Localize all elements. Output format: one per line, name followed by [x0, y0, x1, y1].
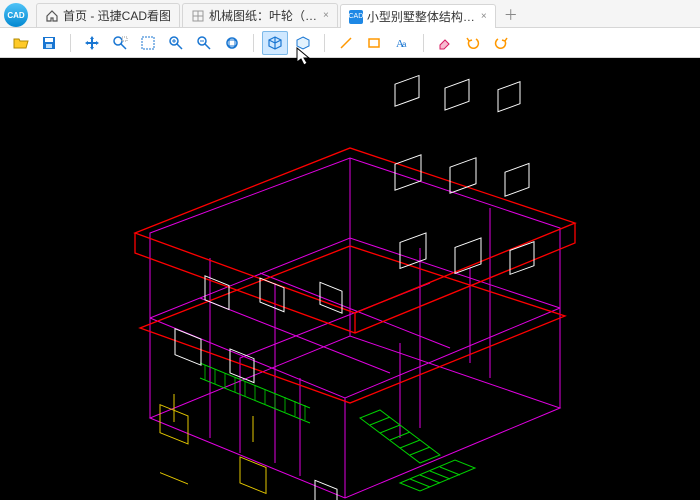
home-icon [45, 9, 59, 23]
close-icon[interactable]: × [323, 10, 329, 21]
tab-home[interactable]: 首页 - 迅捷CAD看图 [36, 3, 180, 27]
zoom-fit-button[interactable] [219, 31, 245, 55]
tab-file-1[interactable]: 机械图纸：叶轮（… × [182, 3, 338, 27]
cad-drawing [0, 58, 700, 500]
tab-file-2[interactable]: CAD 小型别墅整体结构… × [340, 4, 496, 28]
tab-bar: CAD 首页 - 迅捷CAD看图 机械图纸：叶轮（… × CAD 小型别墅整体结… [0, 0, 700, 28]
zoom-in-button[interactable] [163, 31, 189, 55]
measure-line-button[interactable] [333, 31, 359, 55]
close-icon[interactable]: × [481, 11, 487, 22]
separator [253, 34, 254, 52]
undo-button[interactable] [460, 31, 486, 55]
zoom-select-button[interactable] [135, 31, 161, 55]
tab-label: 机械图纸：叶轮（… [209, 7, 317, 24]
redo-button[interactable] [488, 31, 514, 55]
zoom-window-button[interactable] [107, 31, 133, 55]
cad-file-icon: CAD [349, 10, 363, 24]
separator [423, 34, 424, 52]
save-button[interactable] [36, 31, 62, 55]
erase-button[interactable] [432, 31, 458, 55]
app-icon: CAD [4, 3, 28, 27]
toolbar: Aa [0, 28, 700, 58]
pan-button[interactable] [79, 31, 105, 55]
view-iso-button[interactable] [290, 31, 316, 55]
tab-label: 首页 - 迅捷CAD看图 [63, 7, 171, 24]
view-3d-button[interactable] [262, 31, 288, 55]
text-button[interactable]: Aa [389, 31, 415, 55]
zoom-out-button[interactable] [191, 31, 217, 55]
add-tab-button[interactable]: ＋ [502, 6, 520, 24]
separator [324, 34, 325, 52]
svg-text:a: a [402, 40, 407, 49]
tab-label: 小型别墅整体结构… [367, 8, 475, 25]
open-button[interactable] [8, 31, 34, 55]
measure-rect-button[interactable] [361, 31, 387, 55]
separator [70, 34, 71, 52]
cad-viewport[interactable] [0, 58, 700, 500]
grid-icon [191, 9, 205, 23]
